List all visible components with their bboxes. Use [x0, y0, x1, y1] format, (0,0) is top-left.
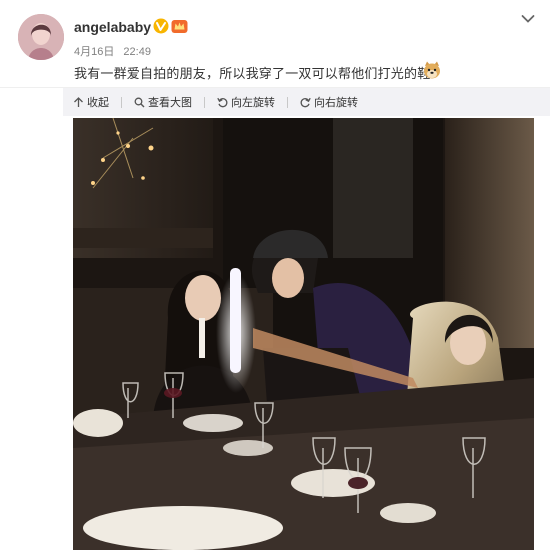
collapse-button[interactable]: 收起: [73, 94, 109, 110]
post-meta: 4月16日 22:49: [74, 43, 151, 59]
toolbar-separator: [287, 96, 288, 108]
vip-crown-icon[interactable]: [171, 18, 188, 34]
image-toolbar: 收起 查看大图 向左旋转 向右旋转: [63, 88, 550, 116]
post-photo[interactable]: [73, 118, 534, 550]
chevron-down-icon[interactable]: [521, 14, 535, 24]
weibo-post-card: angelababy 4月16日 22:49 我有一群爱自拍的朋友，所以我穿了一…: [0, 0, 550, 550]
verified-v-icon: [153, 18, 169, 34]
view-large-label: 查看大图: [148, 97, 192, 109]
rotate-left-icon: [217, 97, 228, 107]
doge-emoji-icon: [424, 61, 440, 79]
rotate-right-label: 向右旋转: [314, 97, 358, 109]
avatar[interactable]: [18, 14, 64, 60]
toolbar-separator: [204, 96, 205, 108]
post-date[interactable]: 4月16日: [74, 46, 114, 58]
toolbar-separator: [121, 96, 122, 108]
rotate-left-label: 向左旋转: [231, 97, 275, 109]
post-text: 我有一群爱自拍的朋友，所以我穿了一双可以帮他们打光的鞋: [74, 66, 431, 81]
view-large-button[interactable]: 查看大图: [134, 94, 192, 110]
arrow-up-icon: [74, 96, 83, 107]
rotate-right-button[interactable]: 向右旋转: [300, 94, 358, 110]
magnifier-icon: [134, 97, 145, 107]
username[interactable]: angelababy: [74, 19, 151, 35]
post-time[interactable]: 22:49: [123, 46, 151, 58]
collapse-label: 收起: [87, 97, 109, 109]
rotate-left-button[interactable]: 向左旋转: [217, 94, 275, 110]
rotate-right-icon: [300, 97, 311, 107]
